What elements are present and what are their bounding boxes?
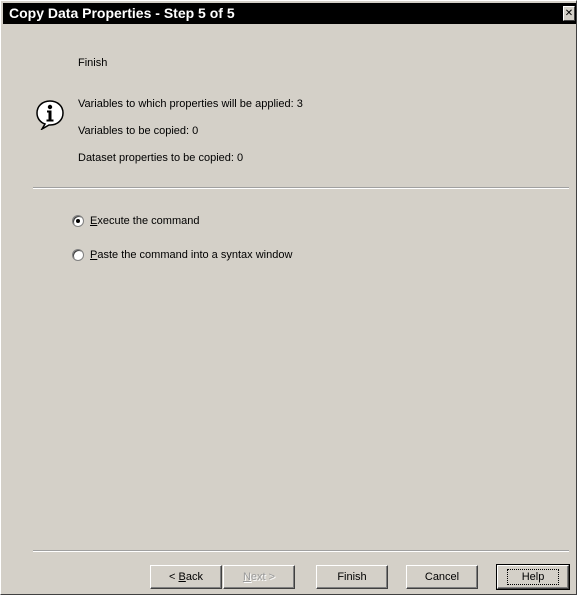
help-button-label: Help xyxy=(506,569,560,585)
info-variables-copied: Variables to be copied: 0 xyxy=(78,125,199,137)
paste-command-radio[interactable] xyxy=(72,249,84,261)
help-button[interactable]: Help xyxy=(496,564,570,590)
window-title: Copy Data Properties - Step 5 of 5 xyxy=(9,5,235,21)
bottom-separator xyxy=(33,550,569,552)
close-icon[interactable]: ✕ xyxy=(563,6,575,21)
info-icon xyxy=(36,100,64,130)
finish-button[interactable]: Finish xyxy=(316,565,388,589)
execute-command-radio[interactable] xyxy=(72,215,84,227)
title-bar[interactable]: Copy Data Properties - Step 5 of 5 ✕ xyxy=(3,3,576,24)
paste-command-option[interactable]: Paste the command into a syntax window xyxy=(72,248,292,262)
copy-data-properties-dialog: Copy Data Properties - Step 5 of 5 ✕ Fin… xyxy=(0,0,577,595)
execute-command-option[interactable]: Execute the command xyxy=(72,214,199,228)
info-variables-applied: Variables to which properties will be ap… xyxy=(78,98,303,110)
top-separator xyxy=(33,187,569,189)
execute-command-label: Execute the command xyxy=(90,215,200,227)
paste-command-label: Paste the command into a syntax window xyxy=(90,249,293,261)
info-dataset-properties-copied: Dataset properties to be copied: 0 xyxy=(78,152,244,164)
next-button[interactable]: Next > xyxy=(223,565,295,589)
back-button[interactable]: < Back xyxy=(150,565,222,589)
step-title: Finish xyxy=(78,57,108,69)
cancel-button[interactable]: Cancel xyxy=(406,565,478,589)
